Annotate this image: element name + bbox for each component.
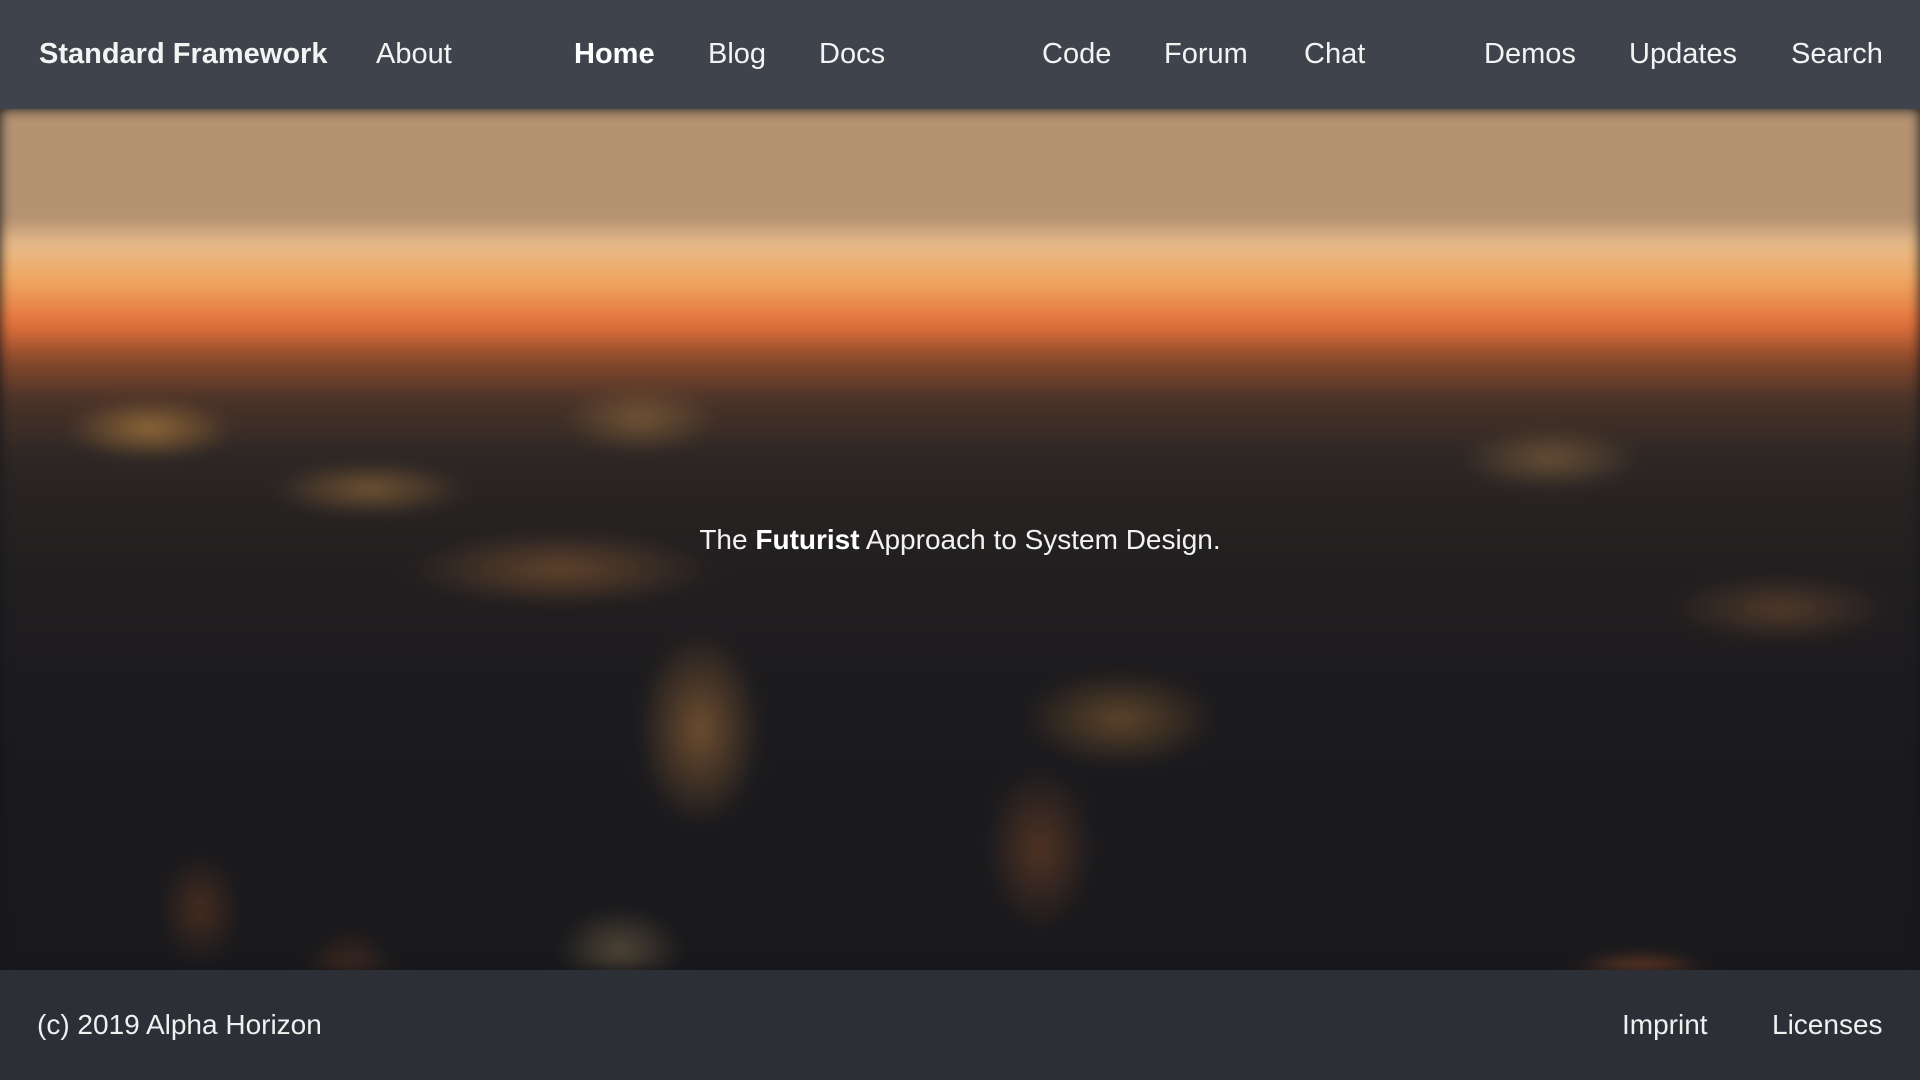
brand-link[interactable]: Standard Framework: [39, 0, 327, 109]
page: The Futurist Approach to System Design. …: [0, 0, 1920, 1080]
nav-updates[interactable]: Updates: [1629, 0, 1737, 109]
nav-blog[interactable]: Blog: [708, 0, 766, 109]
copyright-text: (c) 2019 Alpha Horizon: [37, 1009, 322, 1040]
nav-code[interactable]: Code: [1042, 0, 1111, 109]
nav-about[interactable]: About: [376, 0, 452, 109]
tagline-emphasis: Futurist: [755, 524, 860, 555]
top-navigation-bar: Standard Framework About Home Blog Docs …: [0, 0, 1920, 109]
nav-search[interactable]: Search: [1791, 0, 1883, 109]
hero-section: The Futurist Approach to System Design.: [0, 109, 1920, 970]
nav-demos[interactable]: Demos: [1484, 0, 1576, 109]
nav-forum[interactable]: Forum: [1164, 0, 1248, 109]
footer-imprint-link[interactable]: Imprint: [1622, 970, 1708, 1080]
nav-home[interactable]: Home: [574, 0, 655, 109]
nav-docs[interactable]: Docs: [819, 0, 885, 109]
tagline-prefix: The: [699, 524, 756, 555]
nav-chat[interactable]: Chat: [1304, 0, 1365, 109]
footer-licenses-link[interactable]: Licenses: [1772, 970, 1883, 1080]
hero-tagline: The Futurist Approach to System Design.: [0, 524, 1920, 556]
footer: (c) 2019 Alpha Horizon Imprint Licenses: [0, 970, 1920, 1080]
tagline-suffix: Approach to System Design.: [859, 524, 1221, 555]
